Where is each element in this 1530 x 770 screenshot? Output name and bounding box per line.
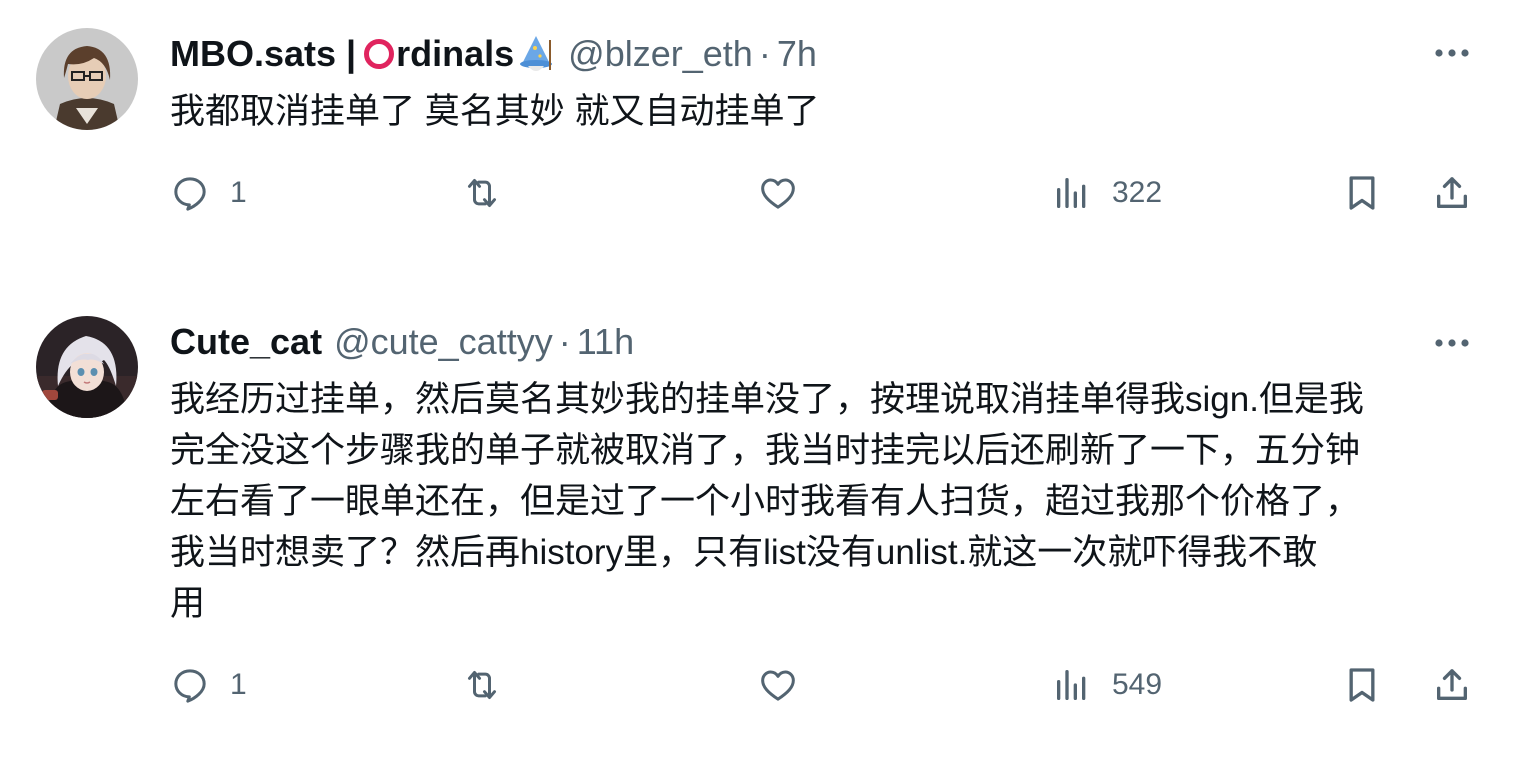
view-count: 322	[1112, 176, 1163, 209]
retweet-icon	[462, 173, 502, 213]
tweet-header: MBO.sats | rdinals @blzer_eth · 7h	[170, 30, 817, 78]
display-name-prefix: MBO.sats |	[170, 33, 357, 74]
avatar[interactable]	[36, 316, 138, 418]
more-options-icon[interactable]	[1432, 323, 1472, 363]
more-options-icon[interactable]	[1432, 33, 1472, 73]
reply-count: 1	[230, 176, 247, 209]
share-button[interactable]	[1432, 168, 1472, 218]
tweet[interactable]: MBO.sats | rdinals @blzer_eth · 7h 我都取消挂…	[0, 0, 1530, 260]
wizard-emoji-icon	[516, 34, 556, 74]
tweet[interactable]: Cute_cat @cute_cattyy · 11h 我经历过挂单，然后莫名其…	[0, 290, 1530, 770]
user-handle[interactable]: @cute_cattyy	[334, 321, 553, 363]
user-handle[interactable]: @blzer_eth	[568, 33, 753, 75]
bookmark-icon	[1342, 665, 1382, 705]
retweet-button[interactable]	[462, 168, 502, 218]
reply-count: 1	[230, 668, 247, 701]
tweet-text-line: 我都取消挂单了 莫名其妙 就又自动挂单了	[170, 92, 820, 131]
timestamp[interactable]: 7h	[777, 33, 817, 75]
timestamp[interactable]: 11h	[577, 321, 634, 363]
separator: ·	[758, 33, 771, 74]
display-name-suffix: rdinals	[396, 33, 515, 74]
heart-icon	[758, 665, 798, 705]
share-icon	[1432, 665, 1472, 705]
share-icon	[1432, 173, 1472, 213]
views-button[interactable]: 549	[1052, 660, 1162, 710]
separator: ·	[558, 321, 571, 362]
reply-button[interactable]: 1	[170, 168, 247, 218]
views-chart-icon	[1052, 665, 1092, 705]
tweet-text: 我都取消挂单了 莫名其妙 就又自动挂单了	[170, 86, 1480, 137]
views-button[interactable]: 322	[1052, 168, 1162, 218]
like-button[interactable]	[758, 660, 798, 710]
retweet-icon	[462, 665, 502, 705]
display-name[interactable]: MBO.sats | rdinals	[170, 33, 556, 75]
tweet-header: Cute_cat @cute_cattyy · 11h	[170, 318, 634, 366]
retweet-button[interactable]	[462, 660, 502, 710]
tweet-text-line: 我经历过挂单，然后莫名其妙我的挂单没了，按理说取消挂单得我sign.但是我	[170, 380, 1364, 419]
like-button[interactable]	[758, 168, 798, 218]
bookmark-button[interactable]	[1342, 168, 1382, 218]
tweet-text-line: 我当时想卖了？然后再history里，只有list没有unlist.就这一次就吓…	[170, 533, 1318, 572]
tweet-text: 我经历过挂单，然后莫名其妙我的挂单没了，按理说取消挂单得我sign.但是我 完全…	[170, 374, 1480, 629]
tweet-text-line: 完全没这个步骤我的单子就被取消了，我当时挂完以后还刷新了一下，五分钟	[170, 431, 1361, 470]
view-count: 549	[1112, 668, 1163, 701]
heart-icon	[758, 173, 798, 213]
views-chart-icon	[1052, 173, 1092, 213]
bookmark-button[interactable]	[1342, 660, 1382, 710]
bookmark-icon	[1342, 173, 1382, 213]
red-circle-o-icon	[364, 39, 395, 69]
display-name[interactable]: Cute_cat	[170, 321, 322, 363]
tweet-text-line: 用	[170, 584, 206, 623]
tweet-text-line: 左右看了一眼单还在，但是过了一个小时我看有人扫货，超过我那个价格了，	[170, 482, 1361, 521]
action-bar: 1 322	[170, 168, 1480, 218]
reply-icon	[170, 173, 210, 213]
action-bar: 1 549	[170, 660, 1480, 710]
reply-button[interactable]: 1	[170, 660, 247, 710]
avatar[interactable]	[36, 28, 138, 130]
reply-icon	[170, 665, 210, 705]
share-button[interactable]	[1432, 660, 1472, 710]
